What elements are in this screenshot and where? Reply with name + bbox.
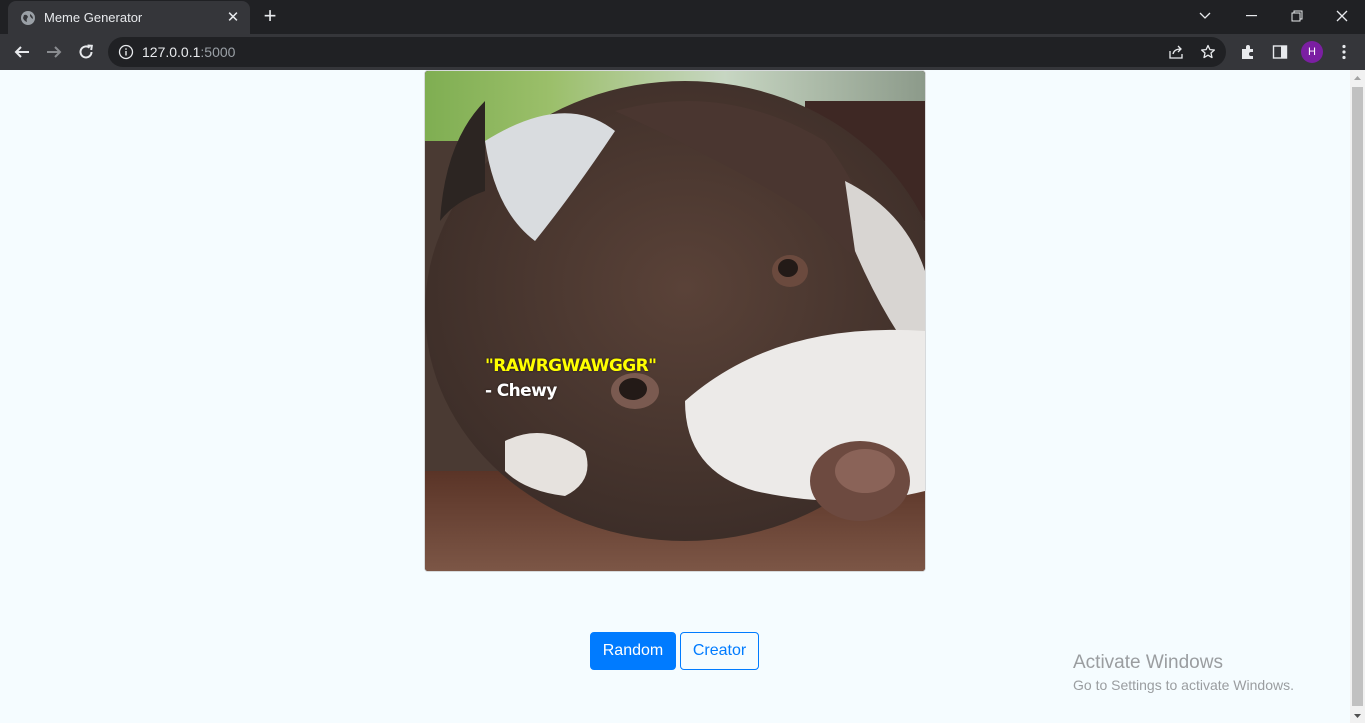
creator-button[interactable]: Creator xyxy=(680,632,759,670)
puzzle-icon[interactable] xyxy=(1238,42,1258,62)
restore-icon[interactable] xyxy=(1283,4,1311,28)
side-panel-icon[interactable] xyxy=(1270,42,1290,62)
meme-author: - Chewy xyxy=(485,381,557,401)
globe-icon xyxy=(20,10,36,26)
close-icon[interactable]: ✕ xyxy=(224,9,242,27)
url-text: 127.0.0.1:5000 xyxy=(142,44,235,60)
meme-image xyxy=(425,71,925,571)
random-button[interactable]: Random xyxy=(590,632,676,670)
scroll-down-arrow-icon[interactable] xyxy=(1350,708,1365,723)
meme-card: "RAWRGWAWGGR" - Chewy xyxy=(424,70,926,572)
browser-toolbar: 127.0.0.1:5000 H xyxy=(0,34,1365,70)
plus-icon[interactable]: + xyxy=(258,5,282,29)
reload-icon[interactable] xyxy=(72,38,100,66)
url-port: :5000 xyxy=(200,44,236,60)
window-close-icon[interactable] xyxy=(1328,4,1356,28)
scrollbar-thumb[interactable] xyxy=(1352,87,1363,706)
chevron-down-icon[interactable] xyxy=(1191,4,1219,28)
back-arrow-icon[interactable] xyxy=(8,38,36,66)
minimize-icon[interactable] xyxy=(1237,4,1265,28)
url-host: 127.0.0.1 xyxy=(142,44,201,60)
meme-quote: "RAWRGWAWGGR" xyxy=(485,356,657,376)
info-icon[interactable] xyxy=(118,44,134,60)
avatar[interactable]: H xyxy=(1301,41,1323,63)
browser-titlebar: Meme Generator ✕ + xyxy=(0,0,1365,34)
activate-windows-title: Activate Windows xyxy=(1073,652,1223,673)
tab-title: Meme Generator xyxy=(44,10,143,25)
address-bar[interactable]: 127.0.0.1:5000 xyxy=(108,37,1226,67)
vertical-scrollbar[interactable] xyxy=(1350,70,1365,723)
browser-tab[interactable]: Meme Generator ✕ xyxy=(8,1,250,34)
scroll-up-arrow-icon[interactable] xyxy=(1350,70,1365,85)
share-icon[interactable] xyxy=(1166,42,1186,62)
activate-windows-subtitle: Go to Settings to activate Windows. xyxy=(1073,677,1294,693)
kebab-menu-icon[interactable] xyxy=(1334,42,1354,62)
star-icon[interactable] xyxy=(1198,42,1218,62)
forward-arrow-icon[interactable] xyxy=(40,38,68,66)
